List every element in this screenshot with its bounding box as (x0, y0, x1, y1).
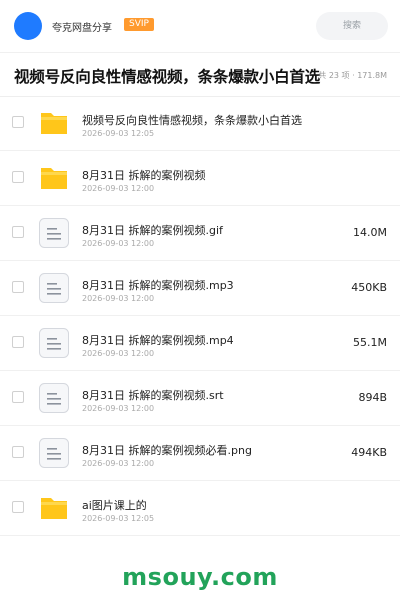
avatar[interactable] (14, 12, 42, 40)
file-list: 视频号反向良性情感视频，条条爆款小白首选 2026-09-03 12:05 8月3… (0, 96, 400, 536)
file-row[interactable]: ai图片课上的 2026-09-03 12:05 (0, 481, 400, 536)
share-page: 夸克网盘分享 SVIP 搜索 视频号反向良性情感视频，条条爆款小白首选 共 23… (0, 0, 400, 600)
file-size: 894B (358, 391, 387, 404)
file-checkbox[interactable] (12, 336, 24, 348)
folder-icon (38, 162, 70, 194)
file-date: 2026-09-03 12:05 (82, 129, 155, 138)
folder-meta: 共 23 项 · 171.8M (318, 71, 387, 80)
share-name: 夸克网盘分享 (52, 23, 112, 34)
file-row[interactable]: 8月31日 拆解的案例视频必看.png 2026-09-03 12:00 494KB (0, 426, 400, 481)
file-size: 55.1M (353, 336, 387, 349)
file-checkbox[interactable] (12, 171, 24, 183)
document-icon (38, 382, 70, 414)
file-name: 8月31日 拆解的案例视频必看.png (82, 444, 252, 457)
file-date: 2026-09-03 12:00 (82, 404, 155, 413)
file-name: 8月31日 拆解的案例视频.gif (82, 224, 223, 237)
file-row[interactable]: 8月31日 拆解的案例视频.mp3 2026-09-03 12:00 450KB (0, 261, 400, 316)
file-checkbox[interactable] (12, 281, 24, 293)
file-checkbox[interactable] (12, 446, 24, 458)
svip-badge: SVIP (124, 18, 154, 31)
file-checkbox[interactable] (12, 116, 24, 128)
file-name: 8月31日 拆解的案例视频.srt (82, 389, 224, 402)
document-icon (38, 272, 70, 304)
file-row[interactable]: 视频号反向良性情感视频，条条爆款小白首选 2026-09-03 12:05 (0, 96, 400, 151)
folder-icon (38, 107, 70, 139)
search-input[interactable]: 搜索 (316, 12, 388, 40)
document-icon (38, 217, 70, 249)
file-date: 2026-09-03 12:00 (82, 459, 155, 468)
folder-icon (38, 492, 70, 524)
file-row[interactable]: 8月31日 拆解的案例视频.srt 2026-09-03 12:00 894B (0, 371, 400, 426)
file-checkbox[interactable] (12, 501, 24, 513)
file-name: 8月31日 拆解的案例视频.mp4 (82, 334, 234, 347)
file-date: 2026-09-03 12:00 (82, 349, 155, 358)
file-date: 2026-09-03 12:00 (82, 239, 155, 248)
file-size: 450KB (351, 281, 387, 294)
file-name: 视频号反向良性情感视频，条条爆款小白首选 (82, 114, 302, 127)
file-row[interactable]: 8月31日 拆解的案例视频.gif 2026-09-03 12:00 14.0M (0, 206, 400, 261)
page-title: 视频号反向良性情感视频，条条爆款小白首选 (14, 68, 321, 86)
file-date: 2026-09-03 12:00 (82, 184, 155, 193)
watermark: msouy.com (122, 563, 278, 591)
file-size: 494KB (351, 446, 387, 459)
file-checkbox[interactable] (12, 391, 24, 403)
file-date: 2026-09-03 12:05 (82, 514, 155, 523)
file-size: 14.0M (353, 226, 387, 239)
file-name: ai图片课上的 (82, 499, 147, 512)
file-date: 2026-09-03 12:00 (82, 294, 155, 303)
header: 夸克网盘分享 SVIP 搜索 (0, 0, 400, 53)
document-icon (38, 437, 70, 469)
file-row[interactable]: 8月31日 拆解的案例视频 2026-09-03 12:00 (0, 151, 400, 206)
file-name: 8月31日 拆解的案例视频 (82, 169, 206, 182)
document-icon (38, 327, 70, 359)
folder-title-row: 视频号反向良性情感视频，条条爆款小白首选 共 23 项 · 171.8M (0, 52, 400, 97)
file-row[interactable]: 8月31日 拆解的案例视频.mp4 2026-09-03 12:00 55.1M (0, 316, 400, 371)
file-name: 8月31日 拆解的案例视频.mp3 (82, 279, 234, 292)
file-checkbox[interactable] (12, 226, 24, 238)
